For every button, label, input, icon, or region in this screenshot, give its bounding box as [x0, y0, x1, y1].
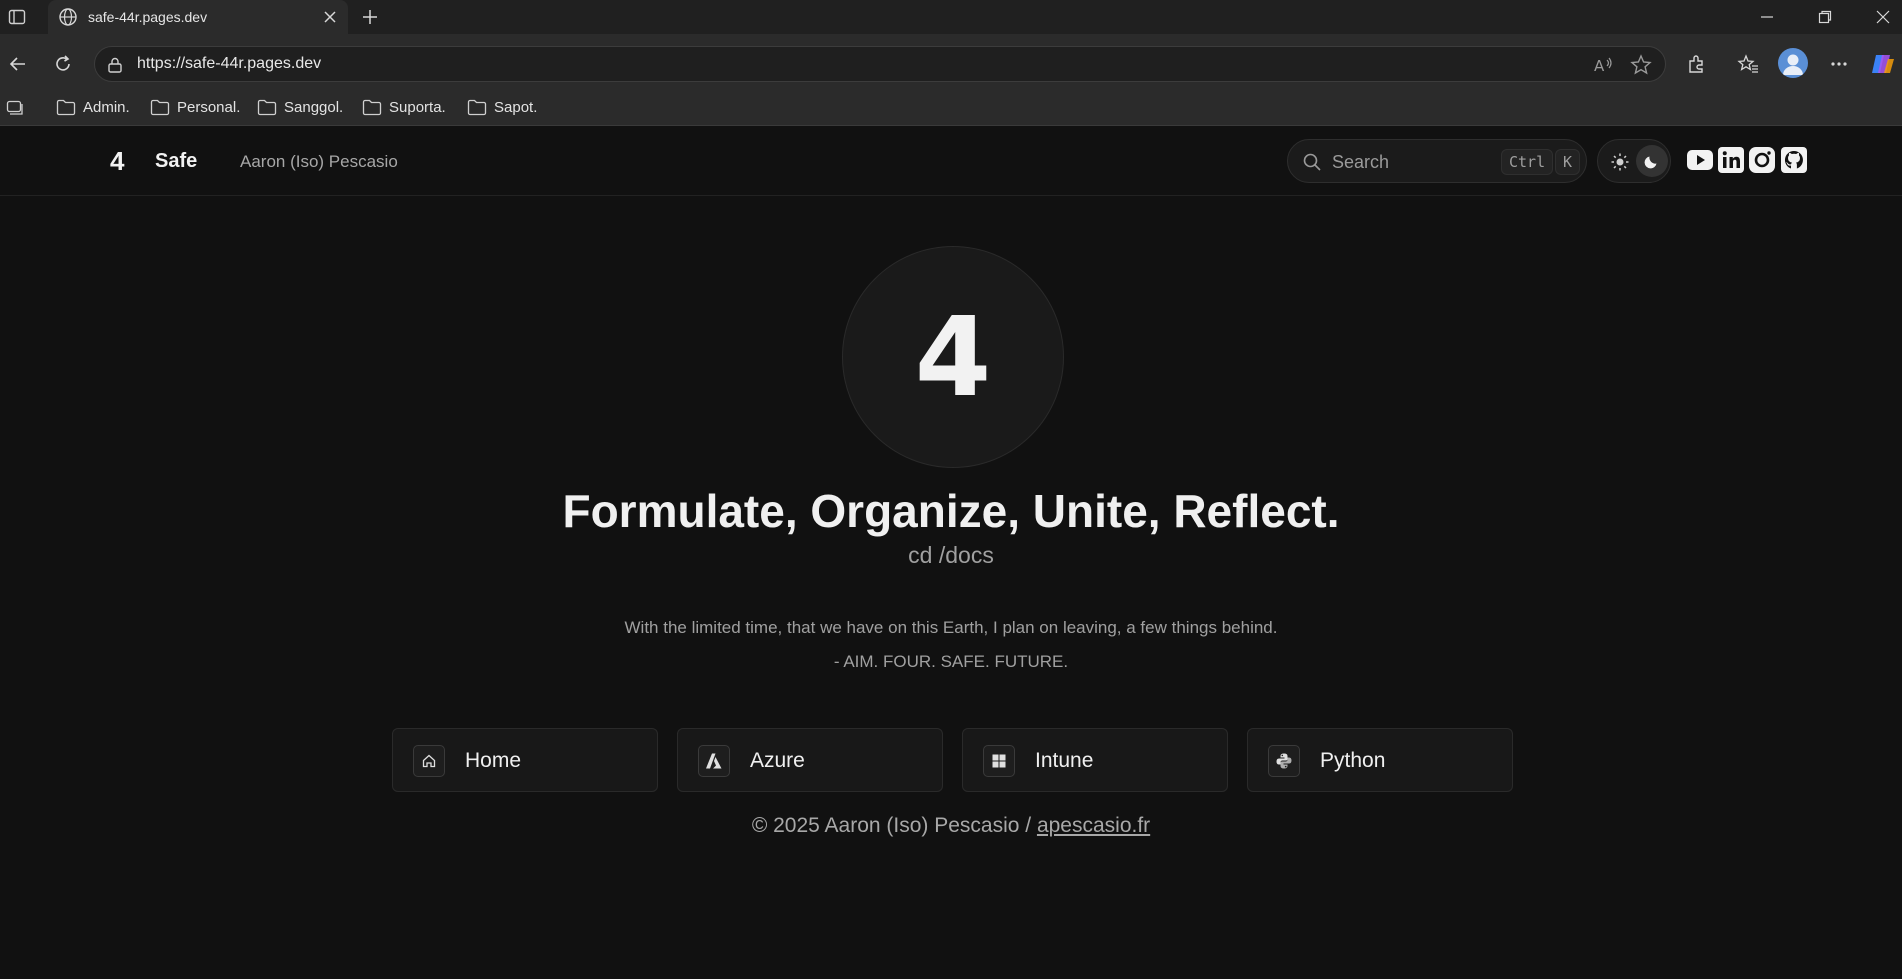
copilot-icon[interactable] [1868, 49, 1898, 79]
card-python[interactable]: Python [1247, 728, 1513, 792]
bookmark-suporta[interactable]: Suporta. [362, 96, 446, 118]
globe-icon [58, 7, 78, 27]
bookmark-admin[interactable]: Admin. [56, 96, 130, 118]
url-text[interactable]: https://safe-44r.pages.dev [137, 55, 321, 73]
card-home[interactable]: Home [392, 728, 658, 792]
home-icon [413, 745, 445, 777]
footer: © 2025 Aaron (Iso) Pescasio / apescasio.… [0, 814, 1902, 838]
site-header: 4 Safe Aaron (Iso) Pescasio Search Ctrl … [0, 127, 1902, 196]
card-label: Python [1320, 749, 1386, 772]
favorite-star-icon[interactable] [1629, 53, 1653, 77]
browser-tab-bar: safe-44r.pages.dev [0, 0, 1902, 34]
card-label: Intune [1035, 749, 1094, 772]
kbd-k: K [1555, 149, 1581, 175]
close-window-button[interactable] [1860, 0, 1902, 34]
tab-title: safe-44r.pages.dev [88, 9, 208, 25]
card-label: Azure [750, 749, 805, 772]
bookmark-personal[interactable]: Personal. [150, 96, 240, 118]
hero-quote-signature: - AIM. FOUR. SAFE. FUTURE. [833, 652, 1069, 671]
folder-icon [362, 99, 382, 115]
address-bar[interactable]: https://safe-44r.pages.dev A [94, 46, 1666, 82]
site-logo[interactable]: 4 [110, 146, 124, 177]
reload-button[interactable] [48, 49, 78, 79]
site-name-link[interactable]: Safe [155, 150, 197, 173]
theme-toggle[interactable] [1597, 139, 1671, 183]
footer-copyright: © 2025 Aaron (Iso) Pescasio / [751, 814, 1037, 837]
profile-avatar[interactable] [1778, 48, 1808, 78]
tab-actions-icon[interactable] [6, 6, 28, 28]
bookmark-sanggol[interactable]: Sanggol. [257, 96, 343, 118]
close-tab-icon[interactable] [320, 7, 340, 27]
bookmark-sapot[interactable]: Sapot. [467, 96, 537, 118]
instagram-icon[interactable] [1748, 146, 1776, 174]
footer-website-link[interactable]: apescasio.fr [1037, 814, 1150, 837]
card-azure[interactable]: Azure [677, 728, 943, 792]
site-info-icon[interactable] [105, 55, 125, 75]
hero-quote: With the limited time, that we have on t… [624, 618, 1278, 637]
svg-text:A: A [1594, 57, 1605, 75]
moon-icon[interactable] [1636, 145, 1668, 177]
apps-icon[interactable] [6, 98, 24, 116]
card-intune[interactable]: Intune [962, 728, 1228, 792]
folder-icon [56, 99, 76, 115]
kbd-ctrl: Ctrl [1501, 149, 1554, 175]
folder-icon [150, 99, 170, 115]
search-icon [1302, 152, 1322, 177]
hero-subtitle: cd /docs [908, 542, 994, 568]
folder-icon [257, 99, 277, 115]
browser-tab[interactable]: safe-44r.pages.dev [48, 0, 348, 34]
hero-logo: 4 [914, 293, 992, 421]
minimize-window-button[interactable] [1744, 0, 1790, 34]
new-tab-button[interactable] [358, 5, 382, 29]
more-options-icon[interactable] [1824, 49, 1854, 79]
favorites-icon[interactable] [1733, 49, 1763, 79]
windows-icon [983, 745, 1015, 777]
browser-toolbar: https://safe-44r.pages.dev A [0, 34, 1902, 94]
search-placeholder: Search [1332, 152, 1390, 172]
folder-icon [467, 99, 487, 115]
sun-icon[interactable] [1610, 152, 1630, 172]
linkedin-icon[interactable] [1717, 146, 1745, 174]
search-button[interactable]: Search Ctrl K [1287, 139, 1587, 183]
card-label: Home [465, 749, 522, 772]
author-link[interactable]: Aaron (Iso) Pescasio [240, 152, 398, 172]
extensions-icon[interactable] [1682, 49, 1712, 79]
hero-logo-circle: 4 [842, 246, 1064, 468]
azure-icon [698, 745, 730, 777]
read-aloud-icon[interactable]: A [1591, 53, 1615, 77]
bookmarks-bar: Admin. Personal. Sanggol. Suporta. Sapot… [0, 88, 1902, 126]
back-button[interactable] [3, 49, 33, 79]
hero-tagline: Formulate, Organize, Unite, Reflect. [562, 485, 1340, 537]
restore-window-button[interactable] [1802, 0, 1848, 34]
python-icon [1268, 745, 1300, 777]
github-icon[interactable] [1780, 146, 1808, 174]
youtube-icon[interactable] [1686, 146, 1714, 174]
